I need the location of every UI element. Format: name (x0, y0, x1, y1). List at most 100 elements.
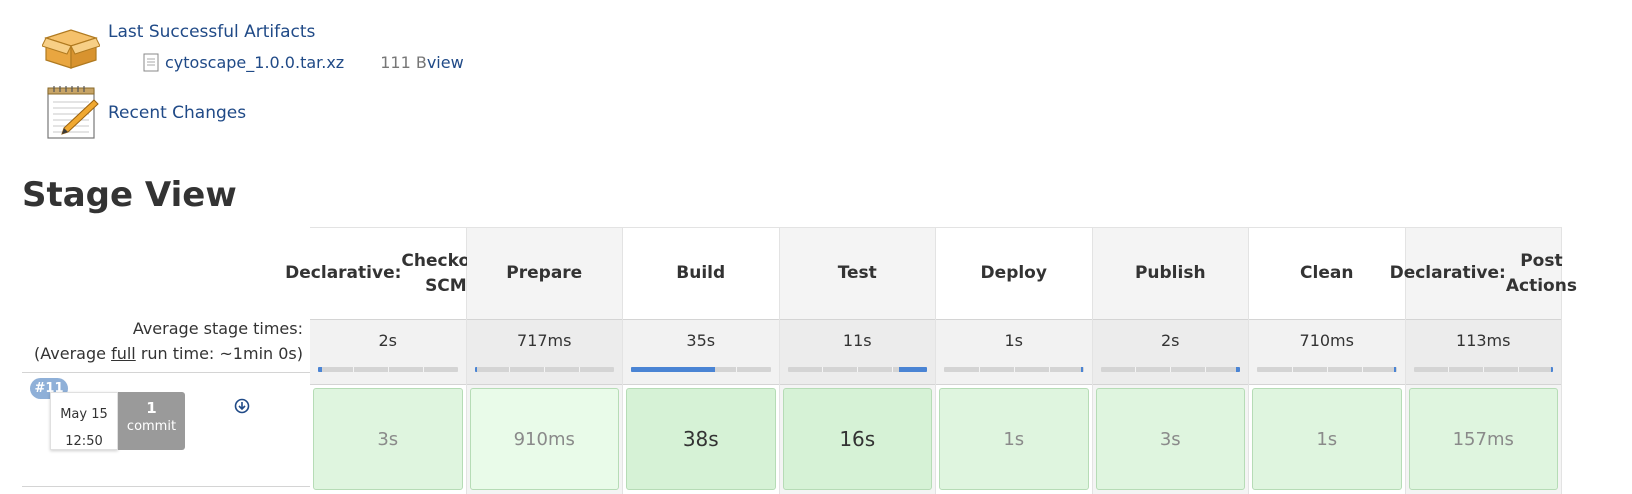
stage-name-line1: Deploy (980, 263, 1047, 283)
stage-column: Build 35s 38s (623, 227, 780, 494)
progress-tick (1291, 367, 1293, 372)
stage-average-value: 2s (1160, 331, 1180, 350)
progress-tick (978, 367, 980, 372)
run-date: May 15 (60, 407, 108, 422)
stage-progress-bar (944, 367, 1084, 372)
stage-progress-bar (631, 367, 771, 372)
stage-average-value: 717ms (517, 331, 572, 350)
progress-tick (422, 367, 424, 372)
stage-progress-fill (1080, 367, 1084, 372)
progress-tick (735, 367, 737, 372)
stage-progress-fill (1394, 367, 1397, 372)
stage-average-time: 2s (1092, 320, 1248, 385)
stage-run-duration: 38s (682, 427, 719, 451)
stage-name-line1: Declarative: (1389, 263, 1506, 283)
stage-average-time: 717ms (466, 320, 622, 385)
stage-average-time: 1s (936, 320, 1092, 385)
artifact-row: cytoscape_1.0.0.tar.xz 111 B view (143, 52, 464, 72)
artifact-file-size: 111 B (380, 52, 427, 72)
progress-tick (352, 367, 354, 372)
stage-run-duration: 157ms (1452, 428, 1514, 450)
progress-tick (822, 367, 824, 372)
artifact-view-link[interactable]: view (427, 53, 464, 72)
stage-average-value: 710ms (1299, 331, 1354, 350)
run-separator (22, 486, 320, 487)
stage-progress-bar (1413, 367, 1553, 372)
stage-header: Build (623, 227, 779, 320)
stage-column: Deploy 1s 1s (936, 227, 1093, 494)
stage-average-time: 710ms (1249, 320, 1405, 385)
stage-progress-bar (318, 367, 458, 372)
stage-run-duration: 3s (377, 428, 399, 450)
download-icon[interactable] (234, 398, 250, 414)
progress-tick (579, 367, 581, 372)
progress-tick (892, 367, 894, 372)
stage-header: Deploy (936, 227, 1092, 320)
stage-progress-fill (474, 367, 477, 372)
stage-progress-fill (1550, 367, 1553, 372)
stage-progress-fill (899, 367, 927, 372)
stage-run-duration: 16s (839, 427, 876, 451)
avg-full-prefix: (Average (34, 344, 112, 363)
stage-average-time: 11s (779, 320, 935, 385)
stage-header: Declarative: Post Actions (1390, 227, 1577, 320)
stage-run-cell[interactable]: 1s (1252, 388, 1402, 490)
progress-tick (1361, 367, 1363, 372)
stage-run-cell[interactable]: 910ms (469, 388, 619, 490)
stage-progress-fill (631, 367, 715, 372)
stage-average-time: 2s (310, 320, 466, 385)
stage-column: Clean 710ms 1s (1249, 227, 1406, 494)
stage-run-cell[interactable]: 16s (782, 388, 932, 490)
stage-run-duration: 1s (1316, 428, 1338, 450)
progress-tick (1518, 367, 1520, 372)
stage-run-cell[interactable]: 38s (626, 388, 776, 490)
stage-run-duration: 910ms (513, 428, 575, 450)
stage-column: Publish 2s 3s (1092, 227, 1249, 494)
stage-run-duration: 3s (1159, 428, 1181, 450)
artifact-file-link[interactable]: cytoscape_1.0.0.tar.xz (165, 53, 344, 72)
progress-tick (544, 367, 546, 372)
stage-progress-bar (787, 367, 927, 372)
stage-column: Test 11s 16s (779, 227, 936, 494)
stage-name-line1: Prepare (506, 263, 583, 283)
run-commits-box[interactable]: 1 commit (118, 392, 185, 450)
average-full-run-time-label: (Average full run time: ~1min 0s) (34, 344, 303, 363)
artifacts-box-icon (42, 29, 100, 69)
stage-average-value: 11s (842, 331, 872, 350)
stage-table: Declarative: Checkout SCM 2s 3s Prepare 717ms… (285, 227, 1624, 494)
progress-tick (1135, 367, 1137, 372)
stage-column: Prepare 717ms 910ms (466, 227, 623, 494)
stage-progress-bar (474, 367, 614, 372)
stage-header: Prepare (466, 227, 622, 320)
stage-average-value: 1s (1004, 331, 1023, 350)
stage-name-line1: Build (676, 263, 726, 283)
stage-header: Test (779, 227, 935, 320)
run-date-box[interactable]: May 15 12:50 (50, 392, 118, 450)
stage-average-value: 35s (686, 331, 716, 350)
run-time: 12:50 (65, 434, 103, 449)
stage-run-cell[interactable]: 3s (1095, 388, 1245, 490)
stage-average-value: 113ms (1456, 331, 1511, 350)
stage-average-value: 2s (378, 331, 397, 350)
last-successful-artifacts-link[interactable]: Last Successful Artifacts (108, 22, 315, 42)
avg-full-suffix: run time: ~1min 0s) (135, 344, 303, 363)
stage-header: Clean (1249, 227, 1405, 320)
file-icon (143, 53, 159, 71)
stage-header: Declarative: Checkout SCM (285, 227, 490, 320)
stage-progress-bar (1100, 367, 1240, 372)
full-run-link[interactable]: full (111, 344, 136, 363)
recent-changes-link[interactable]: Recent Changes (108, 103, 246, 123)
notepad-icon (47, 86, 99, 139)
progress-tick (857, 367, 859, 372)
stage-run-cell[interactable]: 3s (313, 388, 463, 490)
stage-name-line1: Declarative: (285, 263, 402, 283)
stage-name-line1: Publish (1134, 263, 1206, 283)
stage-name-line1: Test (837, 263, 877, 283)
stage-run-cell[interactable]: 157ms (1408, 388, 1558, 490)
stage-column: Declarative: Checkout SCM 2s 3s (285, 227, 490, 494)
stage-name-line2: Post Actions (1505, 250, 1577, 296)
stage-run-duration: 1s (1003, 428, 1025, 450)
stage-run-cell[interactable]: 1s (939, 388, 1089, 490)
progress-tick (1013, 367, 1015, 372)
stage-name-line1: Clean (1300, 263, 1354, 283)
